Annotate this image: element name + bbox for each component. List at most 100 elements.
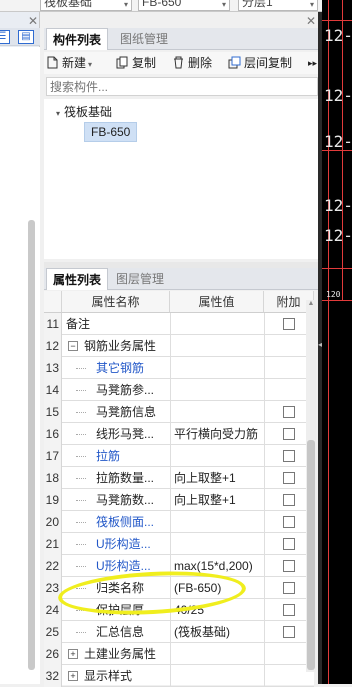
row-number: 22 xyxy=(44,555,62,577)
tree-connector xyxy=(76,456,86,457)
tree-connector xyxy=(76,566,86,567)
table-row[interactable]: 25 汇总信息 (筏板基础) xyxy=(44,621,314,643)
attach-checkbox[interactable] xyxy=(283,450,295,462)
scroll-up-icon[interactable]: ▲ xyxy=(306,300,316,310)
attach-checkbox[interactable] xyxy=(283,626,295,638)
list-view-icon[interactable]: ☰ xyxy=(0,30,10,44)
chevron-down-icon: ▾ xyxy=(88,60,93,69)
tree-connector xyxy=(76,390,86,391)
tree-connector xyxy=(76,500,86,501)
property-tabs: 属性列表 图层管理 xyxy=(44,268,320,290)
attach-checkbox[interactable] xyxy=(283,406,295,418)
header-property-value: 属性值 xyxy=(170,291,264,313)
attach-checkbox[interactable] xyxy=(283,318,295,330)
table-row[interactable]: 20 筏板侧面... xyxy=(44,511,314,533)
table-row[interactable]: 21 U形构造... xyxy=(44,533,314,555)
property-value[interactable]: 向上取整+1 xyxy=(170,467,264,489)
component-type-combo[interactable]: 筏板基础 ▾ xyxy=(40,0,132,11)
axis-label: 12-A xyxy=(324,226,352,245)
table-row[interactable]: 17 拉筋 xyxy=(44,445,314,467)
attach-checkbox[interactable] xyxy=(283,472,295,484)
component-tabs: 构件列表 图纸管理 xyxy=(44,28,320,50)
grid-scrollbar-thumb[interactable] xyxy=(307,440,315,670)
table-row[interactable]: 14 马凳筋参... xyxy=(44,379,314,401)
copy-button[interactable]: 复制 xyxy=(116,55,156,71)
drawing-canvas[interactable]: 12- 12-0 12-A 12-A 12- 120 xyxy=(322,0,352,684)
copy-icon xyxy=(116,56,129,69)
table-row[interactable]: 15 马凳筋信息 xyxy=(44,401,314,423)
property-value[interactable]: (筏板基础) xyxy=(170,621,264,643)
tree-root-raft-foundation[interactable]: ▾ 筏板基础 xyxy=(56,103,112,120)
row-number: 20 xyxy=(44,511,62,533)
property-name: 拉筋 xyxy=(96,449,121,463)
delete-button[interactable]: 删除 xyxy=(172,55,212,71)
property-name: 马凳筋数... xyxy=(96,493,155,507)
tree-item-fb650[interactable]: FB-650 xyxy=(84,122,138,142)
property-name: 拉筋数量... xyxy=(96,471,155,485)
grid-corner xyxy=(44,291,62,313)
attach-checkbox[interactable] xyxy=(283,538,295,550)
axis-label: 12-0 xyxy=(324,86,352,105)
tree-connector xyxy=(76,368,86,369)
property-value[interactable] xyxy=(170,445,264,467)
property-name: 钢筋业务属性 xyxy=(84,339,157,353)
table-row[interactable]: 26 + 土建业务属性 xyxy=(44,643,314,665)
component-search-input[interactable] xyxy=(46,77,318,96)
tab-drawing-manage[interactable]: 图纸管理 xyxy=(114,28,174,50)
table-row[interactable]: 11 备注 xyxy=(44,313,314,335)
axis-label: 12- xyxy=(324,132,352,151)
expand-icon[interactable]: + xyxy=(68,649,78,659)
attach-checkbox[interactable] xyxy=(283,494,295,506)
tab-layer-manage[interactable]: 图层管理 xyxy=(110,268,170,290)
property-value[interactable]: 平行横向受力筋 xyxy=(170,423,264,445)
property-value[interactable] xyxy=(170,511,264,533)
property-value[interactable] xyxy=(170,379,264,401)
row-number: 12 xyxy=(44,335,62,357)
collapse-arrow-icon[interactable]: ▾ xyxy=(56,109,60,118)
row-number: 14 xyxy=(44,379,62,401)
row-number: 13 xyxy=(44,357,62,379)
new-button[interactable]: 新建 ▾ xyxy=(46,55,92,71)
property-value[interactable]: 向上取整+1 xyxy=(170,489,264,511)
attach-checkbox[interactable] xyxy=(283,560,295,572)
tab-component-list[interactable]: 构件列表 xyxy=(46,28,109,50)
close-icon[interactable]: ✕ xyxy=(28,14,38,28)
layer-copy-icon xyxy=(228,56,241,69)
tab-property-list[interactable]: 属性列表 xyxy=(46,268,109,290)
tree-connector xyxy=(76,434,86,435)
table-row[interactable]: 19 马凳筋数... 向上取整+1 xyxy=(44,489,314,511)
close-icon[interactable]: ✕ xyxy=(306,14,316,28)
property-name: 线形马凳... xyxy=(96,427,155,441)
property-value[interactable] xyxy=(170,335,264,357)
attach-checkbox[interactable] xyxy=(283,582,295,594)
property-name: 汇总信息 xyxy=(96,625,145,639)
collapse-icon[interactable]: − xyxy=(68,341,78,351)
property-value[interactable] xyxy=(170,533,264,555)
component-name-combo[interactable]: FB-650 ▾ xyxy=(138,0,230,11)
layer-combo[interactable]: 分层1 ▾ xyxy=(238,0,318,11)
table-row[interactable]: 12− 钢筋业务属性 xyxy=(44,335,314,357)
dimension-label: 120 xyxy=(326,290,341,299)
property-value[interactable] xyxy=(170,357,264,379)
property-value[interactable] xyxy=(170,313,264,335)
floor-copy-button[interactable]: 层间复制 xyxy=(228,55,292,71)
table-row[interactable]: 16 线形马凳... 平行横向受力筋 xyxy=(44,423,314,445)
attach-checkbox[interactable] xyxy=(283,516,295,528)
floor-copy-label: 层间复制 xyxy=(244,56,293,70)
scrollbar[interactable] xyxy=(28,220,35,670)
more-tools-button[interactable]: ▸▸ xyxy=(308,55,317,71)
row-number: 21 xyxy=(44,533,62,555)
property-name: 土建业务属性 xyxy=(84,647,157,661)
property-name: 马凳筋信息 xyxy=(96,405,157,419)
property-value[interactable] xyxy=(170,643,264,665)
table-row[interactable]: 13 其它钢筋 xyxy=(44,357,314,379)
axis-line xyxy=(322,300,352,301)
axis-line xyxy=(322,20,352,21)
attach-checkbox[interactable] xyxy=(283,604,295,616)
attach-checkbox[interactable] xyxy=(283,428,295,440)
detail-view-icon[interactable]: ▤ xyxy=(18,30,34,44)
table-row[interactable]: 18 拉筋数量... 向上取整+1 xyxy=(44,467,314,489)
component-toolbar: 新建 ▾ 复制 删除 层间复制 ▸▸ xyxy=(44,52,320,74)
expand-icon[interactable]: + xyxy=(68,671,78,681)
property-value[interactable] xyxy=(170,401,264,423)
